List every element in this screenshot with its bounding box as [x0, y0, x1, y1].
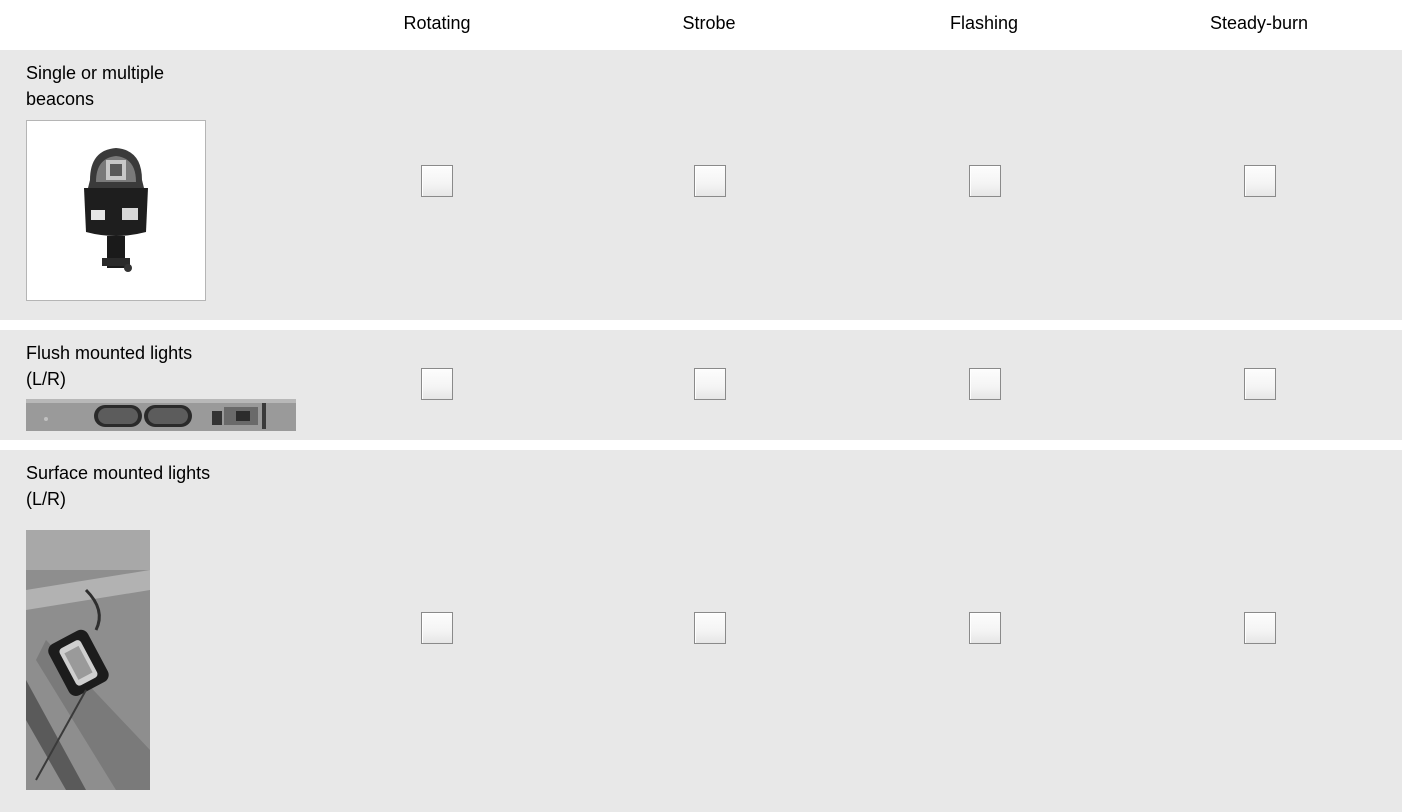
checkbox-surface-mounted-steady-burn[interactable]: [1244, 612, 1276, 644]
rotating-beacon-photo: [26, 120, 206, 301]
column-header-rotating: Rotating: [403, 13, 471, 33]
checkbox-beacons-strobe[interactable]: [694, 165, 726, 197]
checkbox-flush-mounted-rotating[interactable]: [421, 368, 453, 400]
row-label-beacons: Single or multiple beacons: [26, 63, 165, 109]
matrix-header: Rotating Strobe Flashing Steady-burn: [0, 0, 1402, 50]
checkbox-flush-mounted-steady-burn[interactable]: [1244, 368, 1276, 400]
matrix-row-surface-mounted: Surface mounted lights (L/R): [0, 450, 1402, 812]
checkbox-beacons-steady-burn[interactable]: [1244, 165, 1276, 197]
row-label-surface-mounted: Surface mounted lights (L/R): [26, 463, 211, 509]
checkbox-flush-mounted-strobe[interactable]: [694, 368, 726, 400]
checkbox-flush-mounted-flashing[interactable]: [969, 368, 1001, 400]
checkbox-beacons-rotating[interactable]: [421, 165, 453, 197]
checkbox-beacons-flashing[interactable]: [969, 165, 1001, 197]
matrix-row-beacons: Single or multiple beacons: [0, 50, 1402, 320]
flush-mounted-lights-photo: [26, 399, 296, 431]
light-type-matrix: Rotating Strobe Flashing Steady-burn Sin…: [0, 0, 1402, 812]
row-label-flush-mounted: Flush mounted lights (L/R): [26, 343, 193, 389]
column-header-flashing: Flashing: [949, 13, 1019, 33]
checkbox-surface-mounted-strobe[interactable]: [694, 612, 726, 644]
surface-mounted-light-photo: [26, 530, 150, 790]
matrix-row-flush-mounted: Flush mounted lights (L/R): [0, 330, 1402, 440]
checkbox-surface-mounted-flashing[interactable]: [969, 612, 1001, 644]
checkbox-surface-mounted-rotating[interactable]: [421, 612, 453, 644]
column-header-steady-burn: Steady-burn: [1209, 13, 1309, 33]
column-header-strobe: Strobe: [682, 13, 736, 33]
